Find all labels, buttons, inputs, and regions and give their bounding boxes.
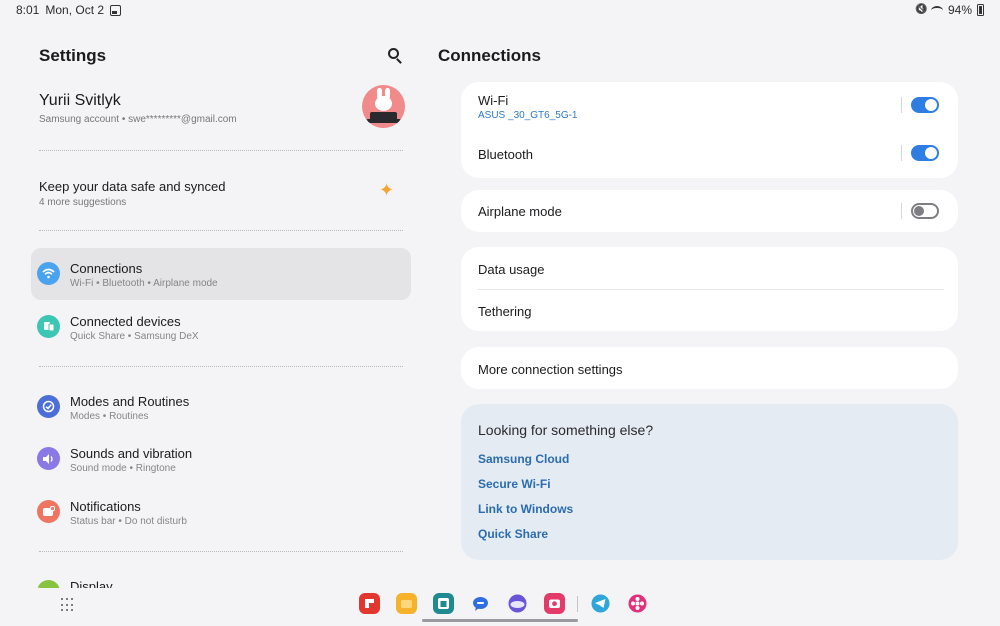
search-icon-handle	[396, 58, 402, 64]
menu-item-subtitle: Status bar • Do not disturb	[70, 516, 187, 527]
row-divider	[901, 203, 902, 219]
menu-item-connections[interactable]: Connections Wi-Fi • Bluetooth • Airplane…	[31, 248, 411, 300]
suggestion-subtitle: 4 more suggestions	[39, 197, 127, 208]
search-button[interactable]	[385, 46, 407, 68]
menu-item-connected-devices[interactable]: Connected devices Quick Share • Samsung …	[31, 301, 411, 353]
battery-percent: 94%	[947, 3, 972, 17]
suggestion-title: Keep your data safe and synced	[39, 179, 226, 194]
airplane-toggle[interactable]	[911, 203, 939, 219]
airplane-card: Airplane mode	[461, 190, 958, 232]
mute-icon	[915, 5, 926, 16]
avatar-hat-brim	[366, 119, 401, 123]
looking-title: Looking for something else?	[478, 422, 654, 438]
wifi-icon	[37, 262, 60, 285]
telegram-app-icon[interactable]	[590, 593, 611, 614]
menu-item-subtitle: Modes • Routines	[70, 411, 149, 422]
divider	[39, 230, 403, 231]
data-usage-label: Data usage	[478, 262, 545, 277]
check-circle-icon	[37, 395, 60, 418]
sparkle-icon: ✦	[379, 180, 395, 200]
menu-item-title: Connections	[70, 261, 143, 276]
menu-item-title: Modes and Routines	[70, 394, 190, 409]
connections-title: Connections	[438, 46, 541, 65]
more-settings-card: More connection settings	[461, 347, 958, 389]
blossom-app-icon[interactable]	[627, 593, 648, 614]
wifi-toggle[interactable]	[911, 97, 939, 113]
my-files-app-icon[interactable]	[396, 593, 417, 614]
quick-share-link[interactable]: Quick Share	[478, 527, 548, 541]
internet-app-icon[interactable]	[507, 593, 528, 614]
account-profile[interactable]: Yurii Svitlyk Samsung account • swe*****…	[28, 84, 414, 140]
tethering-row[interactable]: Tethering	[461, 289, 958, 331]
menu-item-title: Notifications	[70, 499, 141, 514]
tethering-label: Tethering	[478, 304, 532, 319]
menu-item-title: Display	[70, 579, 113, 588]
menu-item-subtitle: Sound mode • Ringtone	[70, 463, 176, 474]
airplane-row[interactable]: Airplane mode	[461, 190, 958, 232]
apps-grid-icon[interactable]	[61, 598, 75, 612]
profile-name: Yurii Svitlyk	[39, 92, 121, 109]
battery-icon	[977, 4, 984, 16]
wifi-network-name: ASUS _30_GT6_5G-1	[478, 110, 578, 121]
wifi-bluetooth-card: Wi-Fi ASUS _30_GT6_5G-1 Bluetooth	[461, 82, 958, 178]
divider	[39, 366, 403, 367]
more-connection-settings-row[interactable]: More connection settings	[461, 347, 958, 389]
menu-item-modes-routines[interactable]: Modes and Routines Modes • Routines	[31, 381, 411, 433]
menu-item-subtitle: Wi-Fi • Bluetooth • Airplane mode	[70, 278, 218, 289]
status-bar: 8:01 Mon, Oct 2 94%	[0, 0, 1000, 20]
divider	[39, 150, 403, 151]
wifi-row[interactable]: Wi-Fi ASUS _30_GT6_5G-1	[461, 82, 958, 130]
avatar-face	[375, 96, 392, 111]
settings-title: Settings	[39, 46, 107, 65]
data-card: Data usage Tethering	[461, 247, 958, 331]
samsung-cloud-link[interactable]: Samsung Cloud	[478, 452, 569, 466]
menu-item-display[interactable]: Display	[31, 566, 411, 588]
looking-for-something-card: Looking for something else? Samsung Clou…	[461, 404, 958, 560]
devices-icon	[37, 315, 60, 338]
link-to-windows-link[interactable]: Link to Windows	[478, 502, 573, 516]
taskbar	[0, 588, 1000, 626]
avatar[interactable]	[362, 85, 405, 128]
calendar-app-icon[interactable]	[433, 593, 454, 614]
flipboard-app-icon[interactable]	[359, 593, 380, 614]
bluetooth-row[interactable]: Bluetooth	[461, 130, 958, 178]
gallery-notification-icon	[110, 4, 122, 16]
row-divider	[901, 97, 902, 113]
row-divider	[901, 145, 902, 161]
menu-item-title: Connected devices	[70, 314, 181, 329]
divider	[39, 551, 403, 552]
camera-app-icon[interactable]	[544, 593, 565, 614]
home-gesture-bar[interactable]	[422, 619, 578, 622]
bluetooth-toggle[interactable]	[911, 145, 939, 161]
profile-account: Samsung account • swe*********@gmail.com	[39, 114, 237, 125]
more-connection-settings-label: More connection settings	[478, 362, 623, 377]
messages-app-icon[interactable]	[470, 593, 491, 614]
bluetooth-label: Bluetooth	[478, 147, 533, 162]
wifi-label: Wi-Fi	[478, 93, 509, 108]
status-time: 8:01	[16, 3, 40, 17]
secure-wifi-link[interactable]: Secure Wi-Fi	[478, 477, 551, 491]
menu-item-subtitle: Quick Share • Samsung DeX	[70, 331, 199, 342]
notification-icon	[37, 500, 60, 523]
airplane-label: Airplane mode	[478, 204, 562, 219]
data-usage-row[interactable]: Data usage	[461, 247, 958, 289]
wifi-signal-icon	[930, 5, 943, 15]
menu-item-title: Sounds and vibration	[70, 446, 193, 461]
menu-item-sounds-vibration[interactable]: Sounds and vibration Sound mode • Ringto…	[31, 433, 411, 485]
volume-icon	[37, 447, 60, 470]
menu-item-notifications[interactable]: Notifications Status bar • Do not distur…	[31, 486, 411, 538]
dock-separator	[577, 596, 578, 612]
display-icon	[37, 580, 60, 588]
status-date: Mon, Oct 2	[45, 3, 105, 17]
